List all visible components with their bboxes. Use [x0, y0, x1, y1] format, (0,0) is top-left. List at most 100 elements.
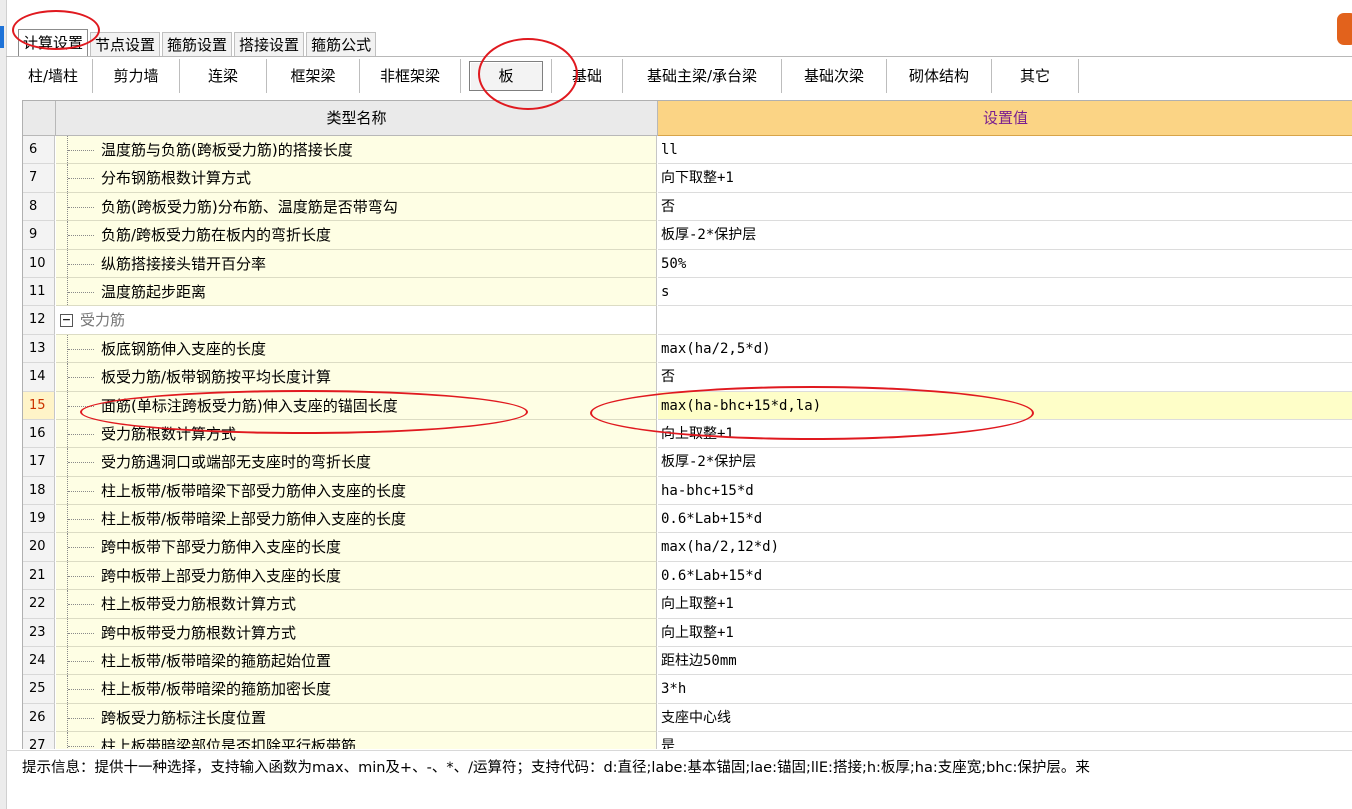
subtab-shear-wall[interactable]: 剪力墙 [93, 59, 180, 93]
row-type-name: 温度筋起步距离 [56, 277, 657, 307]
row-setting-value[interactable] [658, 306, 1352, 335]
row-setting-value[interactable]: 向上取整+1 [658, 618, 1352, 648]
row-label: 纵筋搭接接头错开百分率 [101, 254, 267, 273]
table-row[interactable]: 13 板底钢筋伸入支座的长度 max(ha/2,5*d) [23, 334, 1352, 364]
table-row[interactable]: 23 跨中板带受力筋根数计算方式 向上取整+1 [23, 618, 1352, 648]
table-row[interactable]: 26 跨板受力筋标注长度位置 支座中心线 [23, 703, 1352, 733]
subtab-column[interactable]: 柱/墙柱 [14, 59, 93, 93]
row-setting-value[interactable]: 向上取整+1 [658, 419, 1352, 449]
row-setting-value[interactable]: 3*h [658, 675, 1352, 704]
table-row[interactable]: 19 柱上板带/板带暗梁上部受力筋伸入支座的长度 0.6*Lab+15*d [23, 505, 1352, 534]
row-setting-value[interactable]: 板厚-2*保护层 [658, 448, 1352, 477]
table-row[interactable]: 16 受力筋根数计算方式 向上取整+1 [23, 419, 1352, 449]
tab-calc-settings[interactable]: 计算设置 [18, 29, 89, 57]
row-number: 27 [23, 732, 55, 749]
row-type-name: 跨板受力筋标注长度位置 [56, 703, 657, 733]
table-row[interactable]: 8 负筋(跨板受力筋)分布筋、温度筋是否带弯勾 否 [23, 192, 1352, 222]
tab-lap-settings[interactable]: 搭接设置 [234, 32, 305, 57]
row-type-name: 温度筋与负筋(跨板受力筋)的搭接长度 [56, 136, 657, 165]
tree-line-horizontal [68, 291, 94, 294]
tree-line-horizontal [68, 632, 94, 635]
subtab-foundation-secondary-beam[interactable]: 基础次梁 [782, 59, 887, 93]
table-row[interactable]: 10 纵筋搭接接头错开百分率 50% [23, 249, 1352, 278]
row-number: 20 [23, 533, 55, 562]
tree-line-horizontal [68, 348, 94, 351]
tab-stirrup-settings[interactable]: 箍筋设置 [162, 32, 233, 57]
header-corner [23, 101, 56, 136]
table-row[interactable]: 27 柱上板带暗梁部位是否扣除平行板带筋 是 [23, 732, 1352, 749]
row-setting-value[interactable]: 0.6*Lab+15*d [658, 561, 1352, 591]
row-number: 24 [23, 647, 55, 676]
table-row[interactable]: 7 分布钢筋根数计算方式 向下取整+1 [23, 164, 1352, 193]
row-setting-value[interactable]: 否 [658, 363, 1352, 392]
row-type-name: 受力筋根数计算方式 [56, 419, 657, 449]
tab-node-settings[interactable]: 节点设置 [90, 32, 161, 57]
table-row[interactable]: 22 柱上板带受力筋根数计算方式 向上取整+1 [23, 590, 1352, 619]
table-row[interactable]: 18 柱上板带/板带暗梁下部受力筋伸入支座的长度 ha-bhc+15*d [23, 476, 1352, 506]
grid-header: 类型名称 设置值 [23, 101, 1352, 137]
subtab-frame-beam[interactable]: 框架梁 [267, 59, 360, 93]
row-type-name: 柱上板带暗梁部位是否扣除平行板带筋 [56, 732, 657, 749]
row-type-name: 分布钢筋根数计算方式 [56, 164, 657, 193]
row-setting-value[interactable]: max(ha/2,12*d) [658, 533, 1352, 562]
table-row[interactable]: 6 温度筋与负筋(跨板受力筋)的搭接长度 ll [23, 136, 1352, 165]
hint-message: 提示信息：提供十一种选择，支持输入函数为max、min及+、-、*、/运算符；支… [22, 760, 1090, 776]
collapse-icon[interactable]: − [60, 314, 73, 328]
table-row[interactable]: 11 温度筋起步距离 s [23, 277, 1352, 307]
row-setting-value[interactable]: 否 [658, 192, 1352, 222]
table-row[interactable]: 14 板受力筋/板带钢筋按平均长度计算 否 [23, 363, 1352, 392]
tree-line-horizontal [68, 689, 94, 691]
row-type-name: 跨中板带下部受力筋伸入支座的长度 [56, 533, 657, 562]
row-setting-value[interactable]: 向上取整+1 [658, 590, 1352, 619]
row-number: 25 [23, 675, 55, 704]
subtab-masonry[interactable]: 砌体结构 [887, 59, 992, 93]
table-row[interactable]: 9 负筋/跨板受力筋在板内的弯折长度 板厚-2*保护层 [23, 221, 1352, 250]
row-setting-value[interactable]: 向下取整+1 [658, 164, 1352, 193]
row-type-name: 面筋(单标注跨板受力筋)伸入支座的锚固长度 [56, 391, 657, 420]
subtab-slab[interactable]: 板 [469, 61, 543, 91]
subtab-coupling-beam[interactable]: 连梁 [180, 59, 267, 93]
table-row[interactable]: 20 跨中板带下部受力筋伸入支座的长度 max(ha/2,12*d) [23, 533, 1352, 562]
row-number: 17 [23, 448, 55, 477]
row-setting-value[interactable]: 距柱边50mm [658, 647, 1352, 676]
row-label: 跨中板带上部受力筋伸入支座的长度 [101, 566, 342, 585]
row-setting-value[interactable]: 板厚-2*保护层 [658, 221, 1352, 250]
row-setting-value[interactable]: max(ha/2,5*d) [658, 334, 1352, 364]
row-label: 负筋(跨板受力筋)分布筋、温度筋是否带弯勾 [101, 197, 398, 216]
subtab-nonframe-beam[interactable]: 非框架梁 [360, 59, 461, 93]
header-setting-value[interactable]: 设置值 [658, 101, 1352, 136]
row-setting-value[interactable]: max(ha-bhc+15*d,la) [658, 391, 1352, 420]
subtab-foundation-main-beam[interactable]: 基础主梁/承台梁 [623, 59, 782, 93]
table-row[interactable]: 24 柱上板带/板带暗梁的箍筋起始位置 距柱边50mm [23, 647, 1352, 676]
tree-line-horizontal [68, 433, 94, 436]
table-row[interactable]: 17 受力筋遇洞口或端部无支座时的弯折长度 板厚-2*保护层 [23, 448, 1352, 477]
row-label: 柱上板带/板带暗梁的箍筋起始位置 [101, 652, 332, 671]
table-row[interactable]: 15 面筋(单标注跨板受力筋)伸入支座的锚固长度 max(ha-bhc+15*d,l… [23, 391, 1352, 420]
table-row[interactable]: 12− 受力筋 [23, 306, 1352, 335]
row-number: 11 [23, 277, 55, 307]
row-setting-value[interactable]: 0.6*Lab+15*d [658, 505, 1352, 534]
row-label: 柱上板带/板带暗梁的箍筋加密长度 [101, 680, 332, 699]
table-row[interactable]: 25 柱上板带/板带暗梁的箍筋加密长度 3*h [23, 675, 1352, 704]
tree-line-horizontal [68, 490, 94, 493]
row-setting-value[interactable]: 是 [658, 732, 1352, 749]
header-type-name[interactable]: 类型名称 [56, 101, 658, 136]
row-setting-value[interactable]: ll [658, 136, 1352, 165]
row-type-name: − 受力筋 [56, 306, 657, 335]
row-number: 12 [23, 306, 55, 335]
tab-stirrup-formula[interactable]: 箍筋公式 [306, 32, 377, 57]
row-type-name: 板受力筋/板带钢筋按平均长度计算 [56, 363, 657, 392]
subtab-other[interactable]: 其它 [992, 59, 1079, 93]
tree-line-horizontal [68, 604, 94, 606]
row-setting-value[interactable]: 50% [658, 249, 1352, 278]
row-setting-value[interactable]: s [658, 277, 1352, 307]
row-setting-value[interactable]: 支座中心线 [658, 703, 1352, 733]
subtab-foundation[interactable]: 基础 [551, 59, 623, 93]
row-number: 9 [23, 221, 55, 250]
row-label: 柱上板带/板带暗梁上部受力筋伸入支座的长度 [101, 510, 407, 529]
table-row[interactable]: 21 跨中板带上部受力筋伸入支座的长度 0.6*Lab+15*d [23, 561, 1352, 591]
row-setting-value[interactable]: ha-bhc+15*d [658, 476, 1352, 506]
row-label: 柱上板带暗梁部位是否扣除平行板带筋 [101, 737, 357, 749]
row-type-name: 柱上板带/板带暗梁的箍筋加密长度 [56, 675, 657, 704]
row-type-name: 负筋(跨板受力筋)分布筋、温度筋是否带弯勾 [56, 192, 657, 222]
